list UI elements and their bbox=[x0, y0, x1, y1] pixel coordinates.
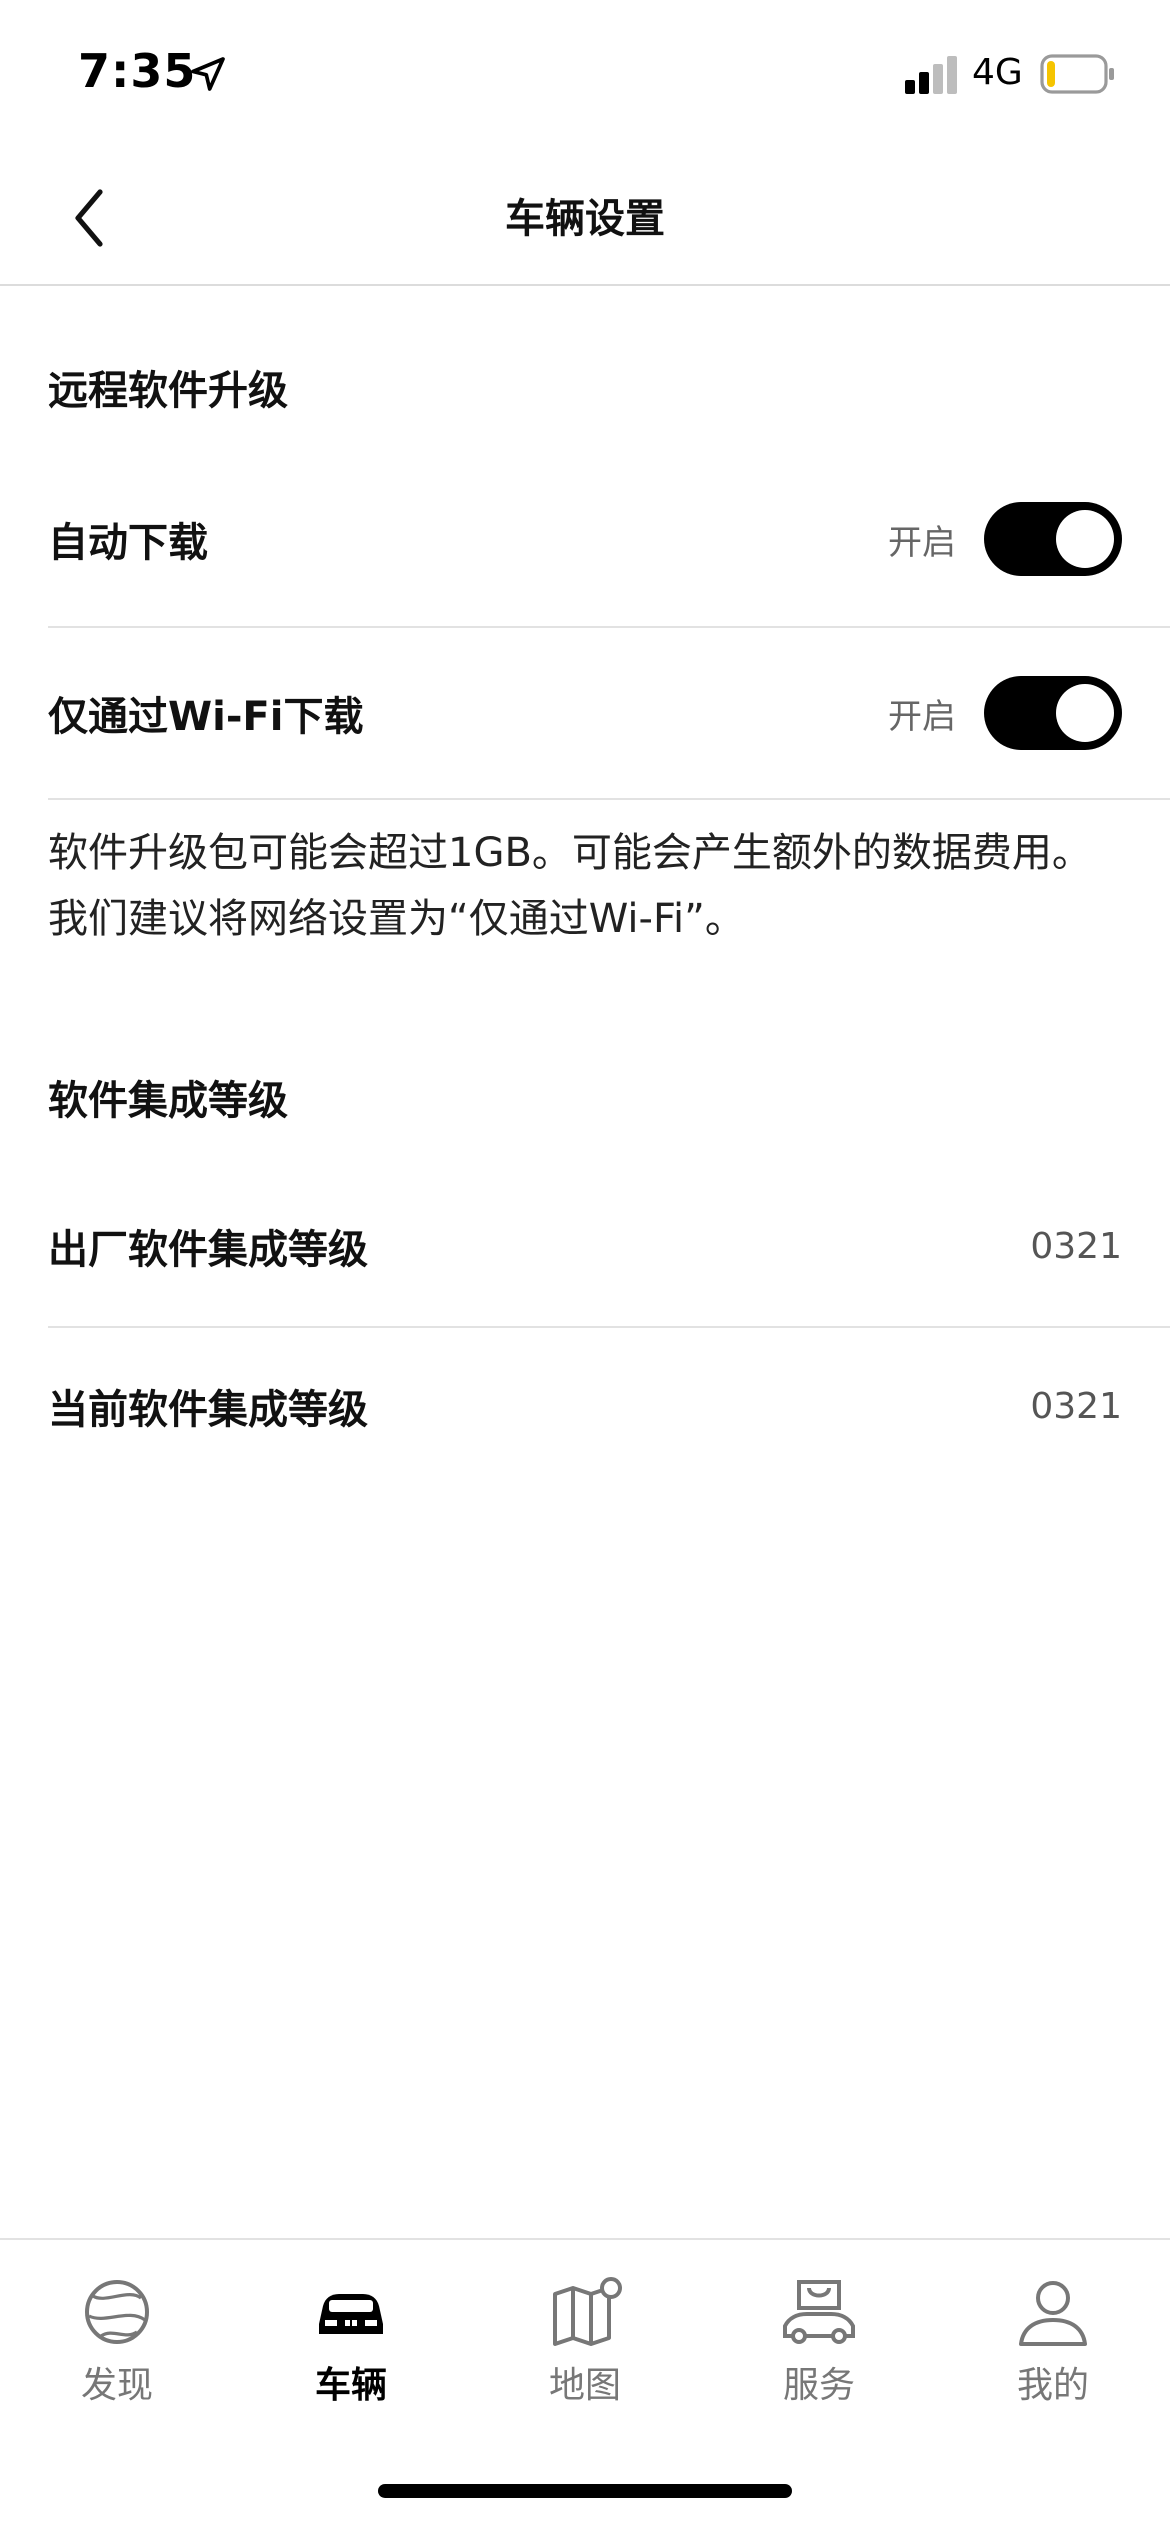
status-bar: 7:35 4G bbox=[0, 0, 1170, 150]
tab-discover[interactable]: 发现 bbox=[0, 2276, 234, 2416]
section-title-integration: 软件集成等级 bbox=[48, 1078, 288, 1124]
row-auto-download: 自动下载 开启 bbox=[48, 452, 1170, 628]
row-value: 0321 bbox=[1030, 1225, 1122, 1267]
home-indicator[interactable] bbox=[378, 2484, 792, 2498]
toggle-group: 开启 bbox=[888, 502, 1170, 576]
toggle-group: 开启 bbox=[888, 676, 1170, 750]
map-icon bbox=[553, 2277, 622, 2346]
navigation-bar: 车辆设置 bbox=[0, 150, 1170, 286]
car-icon bbox=[319, 2294, 383, 2334]
row-wifi-only-download: 仅通过Wi-Fi下载 开启 bbox=[48, 628, 1170, 800]
tab-label: 服务 bbox=[782, 2365, 855, 2406]
wifi-only-toggle[interactable] bbox=[984, 676, 1122, 750]
row-label: 出厂软件集成等级 bbox=[48, 1227, 368, 1273]
globe-icon bbox=[85, 2280, 149, 2344]
tab-service[interactable]: 服务 bbox=[702, 2276, 936, 2416]
signal-strength-icon bbox=[905, 56, 957, 94]
vehicle-settings-screen: 7:35 4G 车辆设置 远程软件升级 自动下载 开启 仅通过Wi-Fi下载 开… bbox=[0, 0, 1170, 2532]
tab-vehicle[interactable]: 车辆 bbox=[234, 2276, 468, 2416]
toggle-knob bbox=[1056, 510, 1114, 568]
ota-info-note: 软件升级包可能会超过1GB。可能会产生额外的数据费用。我们建议将网络设置为“仅通… bbox=[48, 830, 1092, 942]
location-arrow-icon bbox=[191, 57, 225, 91]
tab-map[interactable]: 地图 bbox=[468, 2276, 702, 2416]
service-icon bbox=[783, 2280, 855, 2344]
section-title-ota: 远程软件升级 bbox=[48, 368, 288, 414]
tab-profile[interactable]: 我的 bbox=[936, 2276, 1170, 2416]
toggle-state-label: 开启 bbox=[888, 522, 956, 563]
tab-label: 发现 bbox=[80, 2365, 153, 2406]
tab-label: 地图 bbox=[548, 2365, 621, 2406]
battery-icon bbox=[1040, 54, 1114, 94]
status-time: 7:35 bbox=[78, 44, 197, 98]
tab-label: 我的 bbox=[1016, 2365, 1089, 2406]
user-icon bbox=[1019, 2281, 1087, 2346]
row-value: 0321 bbox=[1030, 1385, 1122, 1427]
row-current-integration-level: 当前软件集成等级 0321 bbox=[48, 1328, 1170, 1484]
page-title: 车辆设置 bbox=[505, 196, 665, 242]
row-label: 仅通过Wi-Fi下载 bbox=[48, 694, 364, 740]
toggle-knob bbox=[1056, 684, 1114, 742]
network-type: 4G bbox=[972, 52, 1023, 93]
tab-label: 车辆 bbox=[314, 2365, 387, 2406]
auto-download-toggle[interactable] bbox=[984, 502, 1122, 576]
toggle-state-label: 开启 bbox=[888, 696, 956, 737]
row-label: 自动下载 bbox=[48, 520, 208, 566]
row-factory-integration-level: 出厂软件集成等级 0321 bbox=[48, 1166, 1170, 1328]
row-label: 当前软件集成等级 bbox=[48, 1387, 368, 1433]
